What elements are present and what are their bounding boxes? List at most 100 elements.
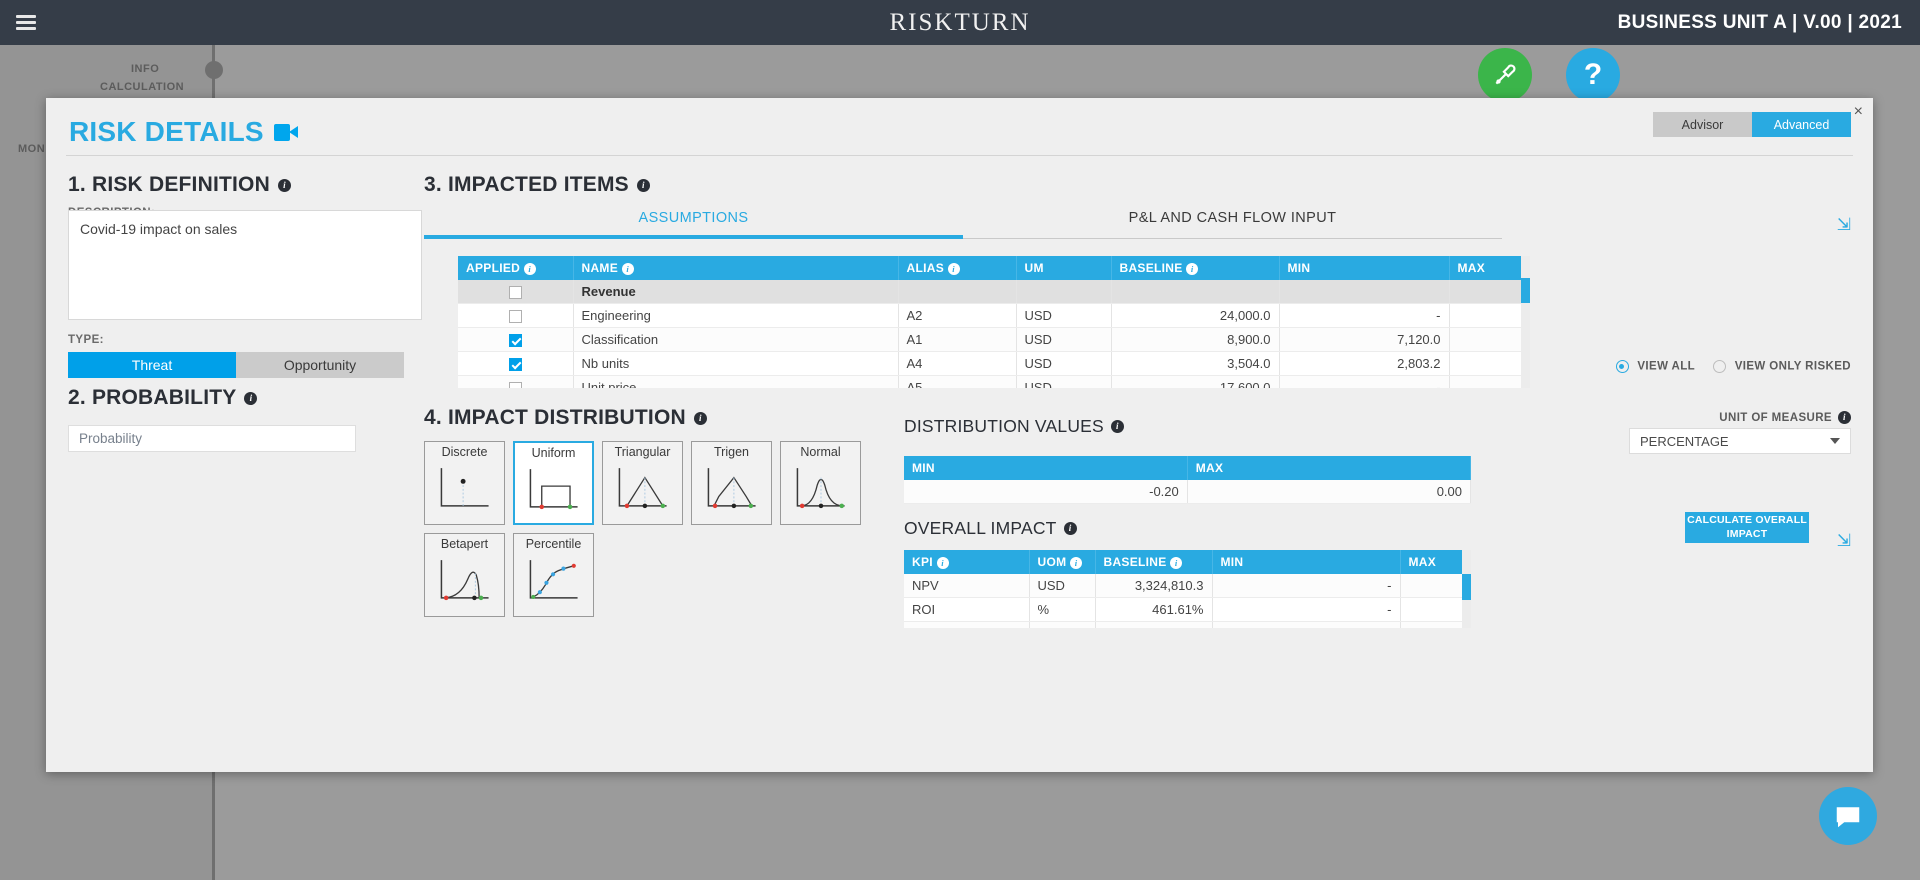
description-field[interactable]: Covid-19 impact on sales [68, 210, 422, 320]
applied-checkbox-cell[interactable] [458, 280, 573, 304]
oi-column-min[interactable]: MIN [1212, 550, 1400, 574]
applied-checkbox[interactable] [509, 310, 522, 323]
tab-pl-cash-flow-input[interactable]: P&L AND CASH FLOW INPUT [963, 210, 1502, 239]
oi-row-baseline[interactable]: 3,324,810.3 [1095, 574, 1212, 598]
distribution-option-betapert[interactable]: Betapert [424, 533, 505, 617]
row-name[interactable]: Unit price [573, 376, 898, 388]
info-icon-unit-of-measure[interactable]: i [1838, 411, 1851, 424]
row-max[interactable]: - [1449, 376, 1530, 388]
help-fab-button[interactable]: ? [1566, 48, 1620, 102]
view-option-only-risked[interactable]: VIEW ONLY RISKED [1713, 360, 1851, 373]
row-alias[interactable] [898, 280, 1016, 304]
info-icon-alias[interactable]: i [948, 263, 960, 275]
row-alias[interactable]: A4 [898, 352, 1016, 376]
row-um[interactable]: USD [1016, 352, 1111, 376]
column-min[interactable]: MIN [1279, 256, 1449, 280]
info-icon-baseline[interactable]: i [1186, 263, 1198, 275]
tab-assumptions[interactable]: ASSUMPTIONS [424, 210, 963, 239]
view-option-all[interactable]: VIEW ALL [1616, 360, 1695, 373]
hamburger-icon[interactable] [16, 12, 36, 33]
info-icon-impact-distribution[interactable]: i [694, 412, 707, 425]
table-scrollbar-track[interactable] [1521, 256, 1530, 388]
column-baseline[interactable]: BASELINE i [1111, 256, 1279, 280]
row-max[interactable]: 8,900.0 [1449, 328, 1530, 352]
info-icon-uom[interactable]: i [1070, 557, 1082, 569]
row-min[interactable]: 2,803.2 [1279, 352, 1449, 376]
row-max[interactable]: 3,504.0 [1449, 352, 1530, 376]
row-min[interactable]: - [1279, 376, 1449, 388]
applied-checkbox[interactable] [509, 382, 522, 388]
table-row[interactable]: ClassificationA1USD8,900.07,120.08,900.0 [458, 328, 1530, 352]
row-name[interactable]: Nb units [573, 352, 898, 376]
info-icon-impacted-items[interactable]: i [637, 179, 650, 192]
table-row[interactable]: ROI%461.61%-- [904, 598, 1471, 622]
applied-checkbox-cell[interactable] [458, 304, 573, 328]
impacted-items-table-wrapper[interactable]: APPLIED i NAME i ALIAS i UM [458, 256, 1530, 388]
table-row[interactable]: EngineeringA2USD24,000.0-- [458, 304, 1530, 328]
dv-min-value[interactable]: -0.20 [904, 480, 1187, 504]
row-alias[interactable]: A1 [898, 328, 1016, 352]
calculate-overall-impact-button[interactable]: CALCULATE OVERALL IMPACT [1685, 512, 1809, 543]
oi-row-uom[interactable]: USD [1029, 622, 1095, 629]
distribution-option-percentile[interactable]: Percentile [513, 533, 594, 617]
table-scrollbar-thumb[interactable] [1521, 278, 1530, 303]
oi-row-min[interactable]: - [1212, 622, 1400, 629]
oi-row-baseline[interactable]: 17,204,400.0 [1095, 622, 1212, 629]
close-icon[interactable]: × [1854, 104, 1863, 120]
table-row[interactable]: Revenue [458, 280, 1530, 304]
column-applied[interactable]: APPLIED i [458, 256, 573, 280]
radio-view-all[interactable] [1616, 360, 1629, 373]
table-row[interactable]: Unit priceA5USD17,600.0-- [458, 376, 1530, 388]
dv-column-min[interactable]: MIN [904, 456, 1187, 480]
info-icon-applied[interactable]: i [524, 263, 536, 275]
oi-row-kpi[interactable]: NPV [904, 574, 1029, 598]
oi-row-max[interactable]: - [1400, 574, 1471, 598]
oi-row-uom[interactable]: % [1029, 598, 1095, 622]
expand-overall-impact-icon[interactable]: ⇲ [1837, 532, 1851, 549]
oi-row-min[interactable]: - [1212, 598, 1400, 622]
chat-fab-button[interactable] [1819, 787, 1877, 845]
oi-scrollbar-track[interactable] [1462, 550, 1471, 628]
oi-scrollbar-thumb[interactable] [1462, 574, 1471, 600]
row-max[interactable] [1449, 280, 1530, 304]
info-icon-probability[interactable]: i [244, 392, 257, 405]
info-icon-distribution-values[interactable]: i [1111, 420, 1124, 433]
applied-checkbox-cell[interactable] [458, 352, 573, 376]
row-min[interactable]: 7,120.0 [1279, 328, 1449, 352]
tab-advanced[interactable]: Advanced [1752, 112, 1851, 137]
row-baseline[interactable]: 3,504.0 [1111, 352, 1279, 376]
applied-checkbox-cell[interactable] [458, 376, 573, 388]
probability-input[interactable]: Probability [68, 425, 356, 452]
oi-row-baseline[interactable]: 461.61% [1095, 598, 1212, 622]
dv-max-value[interactable]: 0.00 [1187, 480, 1470, 504]
oi-column-kpi[interactable]: KPI i [904, 550, 1029, 574]
row-baseline[interactable]: 8,900.0 [1111, 328, 1279, 352]
dv-column-max[interactable]: MAX [1187, 456, 1470, 480]
row-baseline[interactable] [1111, 280, 1279, 304]
row-alias[interactable]: A2 [898, 304, 1016, 328]
row-max[interactable]: - [1449, 304, 1530, 328]
radio-view-only-risked[interactable] [1713, 360, 1726, 373]
oi-row-min[interactable]: - [1212, 574, 1400, 598]
applied-checkbox[interactable] [509, 358, 522, 371]
row-name[interactable]: Revenue [573, 280, 898, 304]
applied-checkbox[interactable] [509, 334, 522, 347]
table-row[interactable]: Nb unitsA4USD3,504.02,803.23,504.0 [458, 352, 1530, 376]
oi-row-kpi[interactable]: ROI [904, 598, 1029, 622]
row-name[interactable]: Classification [573, 328, 898, 352]
distribution-option-uniform[interactable]: Uniform [513, 441, 594, 525]
table-row[interactable]: REVENUESUSD17,204,400.0-- [904, 622, 1471, 629]
column-um[interactable]: UM [1016, 256, 1111, 280]
row-min[interactable] [1279, 280, 1449, 304]
column-name[interactable]: NAME i [573, 256, 898, 280]
row-um[interactable]: USD [1016, 304, 1111, 328]
info-icon-risk-definition[interactable]: i [278, 179, 291, 192]
distribution-option-normal[interactable]: Normal [780, 441, 861, 525]
info-icon-kpi[interactable]: i [937, 557, 949, 569]
oi-column-baseline[interactable]: BASELINE i [1095, 550, 1212, 574]
tools-fab-button[interactable] [1478, 48, 1532, 102]
oi-row-max[interactable]: - [1400, 622, 1471, 629]
row-name[interactable]: Engineering [573, 304, 898, 328]
row-min[interactable]: - [1279, 304, 1449, 328]
video-camera-icon[interactable] [274, 124, 298, 141]
